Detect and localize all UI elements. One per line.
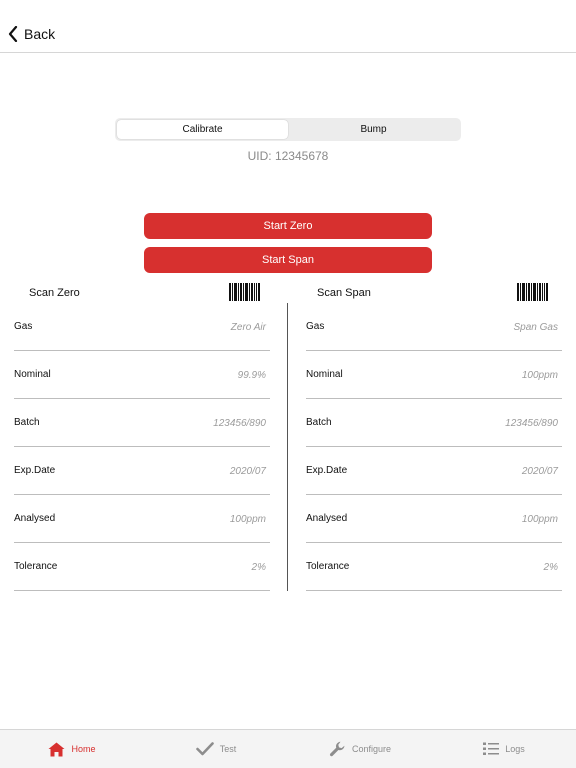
field-value: Span Gas xyxy=(513,322,558,333)
barcode-icon[interactable] xyxy=(229,283,260,301)
back-button[interactable]: Back xyxy=(8,22,55,46)
zero-expdate-row[interactable]: Exp.Date 2020/07 xyxy=(14,447,270,495)
field-label: Tolerance xyxy=(14,561,58,572)
field-value: 2% xyxy=(251,562,266,573)
field-label: Tolerance xyxy=(306,561,350,572)
tab-label: Home xyxy=(71,744,96,754)
tab-label: Logs xyxy=(505,744,525,754)
field-value: 123456/890 xyxy=(213,418,266,429)
field-label: Gas xyxy=(14,321,33,332)
zero-batch-row[interactable]: Batch 123456/890 xyxy=(14,399,270,447)
wrench-icon xyxy=(329,741,345,756)
tab-home[interactable]: Home xyxy=(0,730,144,768)
span-batch-row[interactable]: Batch 123456/890 xyxy=(306,399,562,447)
tab-bar: Home Test Configure Logs xyxy=(0,729,576,768)
back-label: Back xyxy=(24,26,56,42)
tab-label: Configure xyxy=(351,744,392,754)
start-zero-button[interactable]: Start Zero xyxy=(144,213,432,239)
zero-field-list: Gas Zero Air Nominal 99.9% Batch 123456/… xyxy=(14,303,270,591)
scan-zero-header: Scan Zero xyxy=(29,282,80,304)
checkmark-icon xyxy=(195,742,214,756)
span-gas-row[interactable]: Gas Span Gas xyxy=(306,303,562,351)
field-label: Exp.Date xyxy=(306,465,348,476)
zero-nominal-row[interactable]: Nominal 99.9% xyxy=(14,351,270,399)
span-analysed-row[interactable]: Analysed 100ppm xyxy=(306,495,562,543)
field-label: Exp.Date xyxy=(14,465,56,476)
column-divider xyxy=(287,303,288,591)
span-expdate-row[interactable]: Exp.Date 2020/07 xyxy=(306,447,562,495)
field-label: Gas xyxy=(306,321,325,332)
zero-tolerance-row[interactable]: Tolerance 2% xyxy=(14,543,270,591)
field-value: 2% xyxy=(543,562,558,573)
tab-label: Test xyxy=(219,744,237,754)
field-value: Zero Air xyxy=(230,322,266,333)
field-label: Nominal xyxy=(306,369,343,380)
field-label: Batch xyxy=(306,417,332,428)
segment-calibrate[interactable]: Calibrate xyxy=(117,120,288,139)
span-nominal-row[interactable]: Nominal 100ppm xyxy=(306,351,562,399)
list-icon xyxy=(483,742,500,755)
tab-logs[interactable]: Logs xyxy=(432,730,576,768)
scan-zero-title: Scan Zero xyxy=(29,287,80,299)
start-span-button[interactable]: Start Span xyxy=(144,247,432,273)
field-label: Analysed xyxy=(14,513,56,524)
field-label: Nominal xyxy=(14,369,51,380)
segment-bump[interactable]: Bump xyxy=(288,120,459,139)
field-value: 2020/07 xyxy=(229,466,266,477)
field-value: 100ppm xyxy=(229,514,266,525)
scan-span-header: Scan Span xyxy=(317,282,371,304)
field-value: 100ppm xyxy=(521,370,558,381)
chevron-left-icon xyxy=(8,26,18,42)
field-label: Analysed xyxy=(306,513,348,524)
calibration-screen: Back Calibrate Bump UID: 12345678 Start … xyxy=(0,0,576,768)
uid-label: UID: 12345678 xyxy=(247,149,329,163)
field-label: Batch xyxy=(14,417,40,428)
field-value: 123456/890 xyxy=(505,418,558,429)
tab-configure[interactable]: Configure xyxy=(288,730,432,768)
span-tolerance-row[interactable]: Tolerance 2% xyxy=(306,543,562,591)
zero-analysed-row[interactable]: Analysed 100ppm xyxy=(14,495,270,543)
navigation-bar: Back xyxy=(0,0,576,53)
mode-segmented-control: Calibrate Bump xyxy=(115,118,461,141)
zero-gas-row[interactable]: Gas Zero Air xyxy=(14,303,270,351)
field-value: 100ppm xyxy=(521,514,558,525)
tab-test[interactable]: Test xyxy=(144,730,288,768)
field-value: 2020/07 xyxy=(521,466,558,477)
field-value: 99.9% xyxy=(237,370,266,381)
home-icon xyxy=(48,742,65,756)
span-field-list: Gas Span Gas Nominal 100ppm Batch 123456… xyxy=(306,303,562,591)
barcode-icon[interactable] xyxy=(517,283,548,301)
scan-span-title: Scan Span xyxy=(317,287,371,299)
